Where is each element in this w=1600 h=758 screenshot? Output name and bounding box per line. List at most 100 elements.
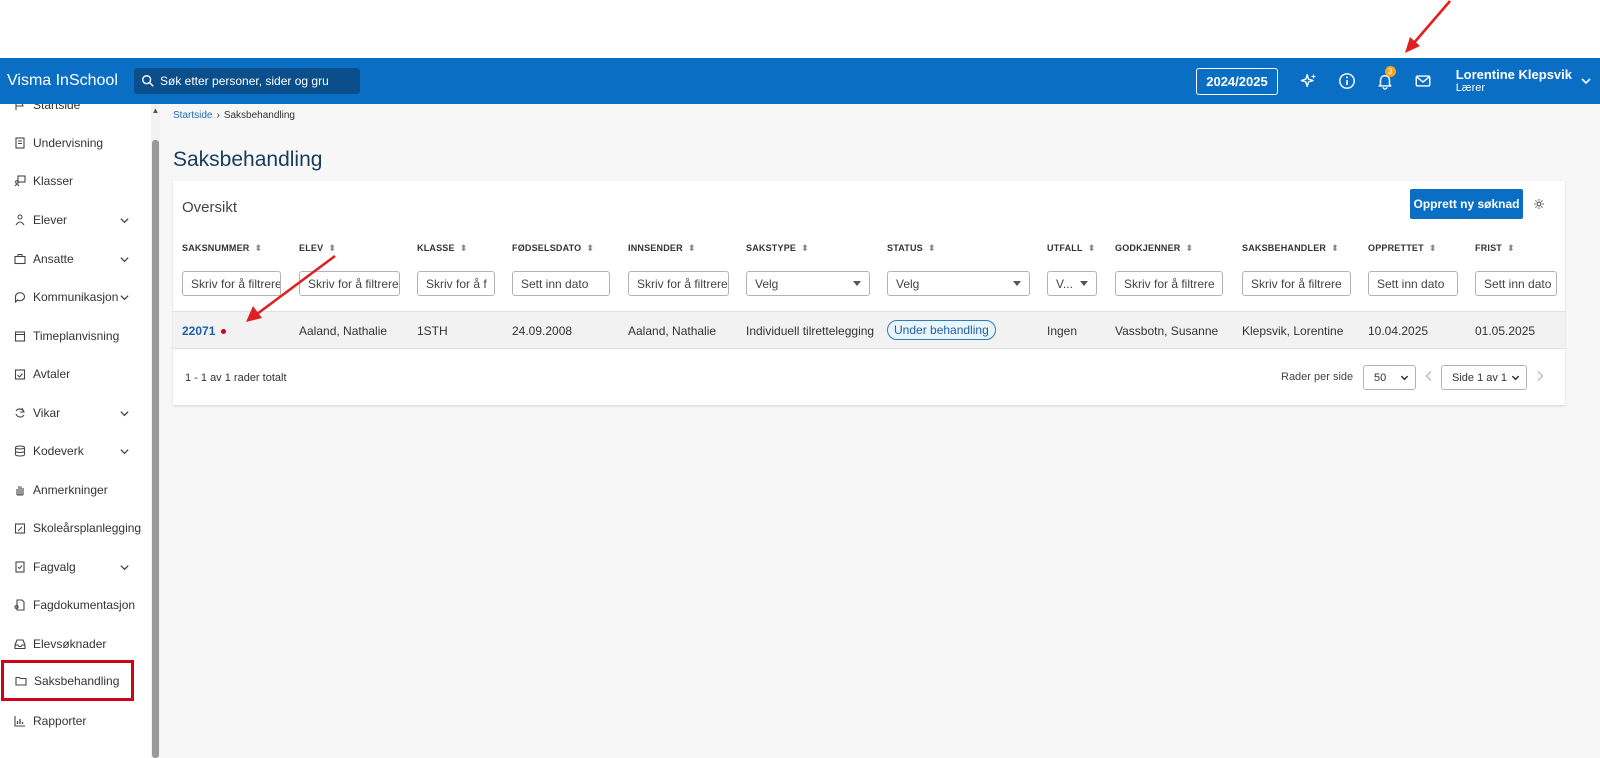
rows-per-page-select[interactable]: 50	[1363, 365, 1416, 390]
sidebar-item-vikar[interactable]: Vikar	[0, 394, 140, 432]
chevron-down-icon[interactable]	[119, 292, 130, 303]
filter-placeholder: Sett inn dato	[521, 276, 589, 291]
sidebar-item-kommunikasjon[interactable]: Kommunikasjon	[0, 278, 140, 316]
filter-status[interactable]: Velg	[887, 271, 1030, 296]
column-header-saksnummer[interactable]: SAKSNUMMER ⬍	[182, 243, 262, 254]
sort-icon[interactable]: ⬍	[1507, 243, 1515, 253]
calendar-icon	[14, 331, 26, 342]
breadcrumb-home-link[interactable]: Startside	[173, 110, 212, 121]
new-application-button[interactable]: Opprett ny søknad	[1410, 189, 1523, 219]
sidebar-scroll-thumb[interactable]	[152, 140, 159, 758]
sort-icon[interactable]: ⬍	[460, 243, 468, 253]
sidebar-item-kodeverk[interactable]: Kodeverk	[0, 432, 140, 470]
sidebar-item-elevsøknader[interactable]: Elevsøknader	[0, 625, 140, 663]
sidebar-item-saksbehandling[interactable]: Saksbehandling	[1, 660, 134, 701]
sidebar-item-skoleårsplanlegging[interactable]: Skoleårsplanlegging	[0, 509, 141, 547]
filter-klasse[interactable]: Skriv for å f	[417, 271, 495, 296]
sort-icon[interactable]: ⬍	[1088, 243, 1096, 253]
column-header-innsender[interactable]: INNSENDER ⬍	[628, 243, 696, 254]
column-header-frist[interactable]: FRIST ⬍	[1475, 243, 1515, 254]
sidebar-item-startside[interactable]: Startside	[0, 104, 140, 124]
chevron-down-icon[interactable]	[119, 215, 130, 226]
column-header-sakstype[interactable]: SAKSTYPE ⬍	[746, 243, 809, 254]
search-icon	[142, 75, 154, 87]
students-icon	[15, 214, 25, 226]
column-header-saksbehandler[interactable]: SAKSBEHANDLER ⬍	[1242, 243, 1339, 254]
filter-saksnummer[interactable]: Skriv for å filtrere	[182, 271, 281, 296]
filter-frist[interactable]: Sett inn dato	[1475, 271, 1557, 296]
sidebar-item-anmerkninger[interactable]: Anmerkninger	[0, 471, 140, 509]
search-placeholder: Søk etter personer, sider og gru	[160, 74, 329, 88]
column-header-klasse[interactable]: KLASSE ⬍	[417, 243, 467, 254]
school-year-button[interactable]: 2024/2025	[1196, 67, 1278, 95]
column-label: FRIST	[1475, 243, 1502, 253]
sidebar-item-klasser[interactable]: Klasser	[0, 162, 140, 200]
chevron-down-icon[interactable]	[119, 408, 130, 419]
sort-icon[interactable]: ⬍	[328, 243, 336, 253]
case-number-link[interactable]: 22071	[182, 324, 215, 338]
user-name: Lorentine Klepsvik	[1455, 66, 1572, 82]
filter-saksbehandler[interactable]: Skriv for å filtrere	[1242, 271, 1351, 296]
user-menu[interactable]: Lorentine Klepsvik Lærer	[1455, 66, 1592, 95]
document-icon	[14, 599, 25, 611]
ai-sparkle-button[interactable]	[1290, 58, 1328, 104]
column-label: OPPRETTET	[1368, 243, 1424, 253]
cell-innsender: Aaland, Nathalie	[628, 324, 717, 338]
sort-icon[interactable]: ⬍	[586, 243, 594, 253]
filter-placeholder: Skriv for å f	[426, 276, 487, 291]
column-label: SAKSTYPE	[746, 243, 797, 253]
notifications-button[interactable]: 3	[1366, 58, 1404, 104]
app-brand[interactable]: Visma InSchool	[0, 72, 134, 90]
sort-icon[interactable]: ⬍	[1429, 243, 1437, 253]
column-header-utfall[interactable]: UTFALL ⬍	[1047, 243, 1095, 254]
column-label: INNSENDER	[628, 243, 683, 253]
sort-icon[interactable]: ⬍	[688, 243, 696, 253]
sidebar-item-fagdokumentasjon[interactable]: Fagdokumentasjon	[0, 586, 140, 624]
filter-innsender[interactable]: Skriv for å filtrere	[628, 271, 729, 296]
gear-icon[interactable]	[1533, 198, 1545, 210]
scroll-up-icon[interactable]: ▲	[151, 104, 160, 116]
sparkle-icon	[1300, 73, 1316, 88]
checklist-icon	[15, 561, 25, 573]
sort-icon[interactable]: ⬍	[255, 243, 263, 253]
column-header-godkjenner[interactable]: GODKJENNER ⬍	[1115, 243, 1193, 254]
column-header-fodselsdato[interactable]: FØDSELSDATO ⬍	[512, 243, 594, 254]
sort-icon[interactable]: ⬍	[801, 243, 809, 253]
unread-dot-icon	[221, 329, 227, 335]
info-button[interactable]	[1328, 58, 1366, 104]
messages-button[interactable]	[1404, 58, 1442, 104]
cell-godkjenner: Vassbotn, Susanne	[1115, 324, 1219, 338]
previous-page-icon[interactable]	[1424, 370, 1434, 382]
sidebar-item-timeplanvisning[interactable]: Timeplanvisning	[0, 317, 140, 355]
sort-icon[interactable]: ⬍	[928, 243, 936, 253]
cell-utfall: Ingen	[1047, 324, 1078, 338]
sidebar-item-label: Timeplanvisning	[33, 329, 120, 343]
overview-card: Oversikt Opprett ny søknad SAKSNUMMER ⬍ Sk…	[173, 181, 1565, 405]
sidebar-item-elever[interactable]: Elever	[0, 201, 140, 239]
sidebar-item-rapporter[interactable]: Rapporter	[0, 702, 140, 740]
filter-opprettet[interactable]: Sett inn dato	[1368, 271, 1458, 296]
sort-icon[interactable]: ⬍	[1331, 243, 1339, 253]
filter-elev[interactable]: Skriv for å filtrere	[299, 271, 400, 296]
sidebar-item-undervisning[interactable]: Undervisning	[0, 124, 140, 162]
page-select[interactable]: Side 1 av 1	[1441, 365, 1527, 390]
chevron-down-icon[interactable]	[119, 562, 130, 573]
user-role: Lærer	[1455, 81, 1486, 94]
classroom-icon	[14, 175, 26, 187]
chevron-down-icon[interactable]	[119, 254, 130, 265]
filter-godkjenner[interactable]: Skriv for å filtrere	[1115, 271, 1223, 296]
sidebar-item-avtaler[interactable]: Avtaler	[0, 355, 140, 393]
table-row[interactable]: 22071 Aaland, Nathalie 1STH 24.09.2008 Aalan…	[173, 311, 1565, 349]
next-page-icon[interactable]	[1535, 370, 1545, 382]
sidebar-item-ansatte[interactable]: Ansatte	[0, 240, 140, 278]
column-header-opprettet[interactable]: OPPRETTET ⬍	[1368, 243, 1437, 254]
search-input[interactable]: Søk etter personer, sider og gru	[134, 68, 360, 94]
sort-icon[interactable]: ⬍	[1186, 243, 1194, 253]
filter-utfall[interactable]: V...	[1047, 271, 1097, 296]
filter-sakstype[interactable]: Velg	[746, 271, 870, 296]
filter-fodselsdato[interactable]: Sett inn dato	[512, 271, 610, 296]
chevron-down-icon[interactable]	[119, 446, 130, 457]
sidebar-item-fagvalg[interactable]: Fagvalg	[0, 548, 140, 586]
column-header-elev[interactable]: ELEV ⬍	[299, 243, 336, 254]
column-header-status[interactable]: STATUS ⬍	[887, 243, 936, 254]
